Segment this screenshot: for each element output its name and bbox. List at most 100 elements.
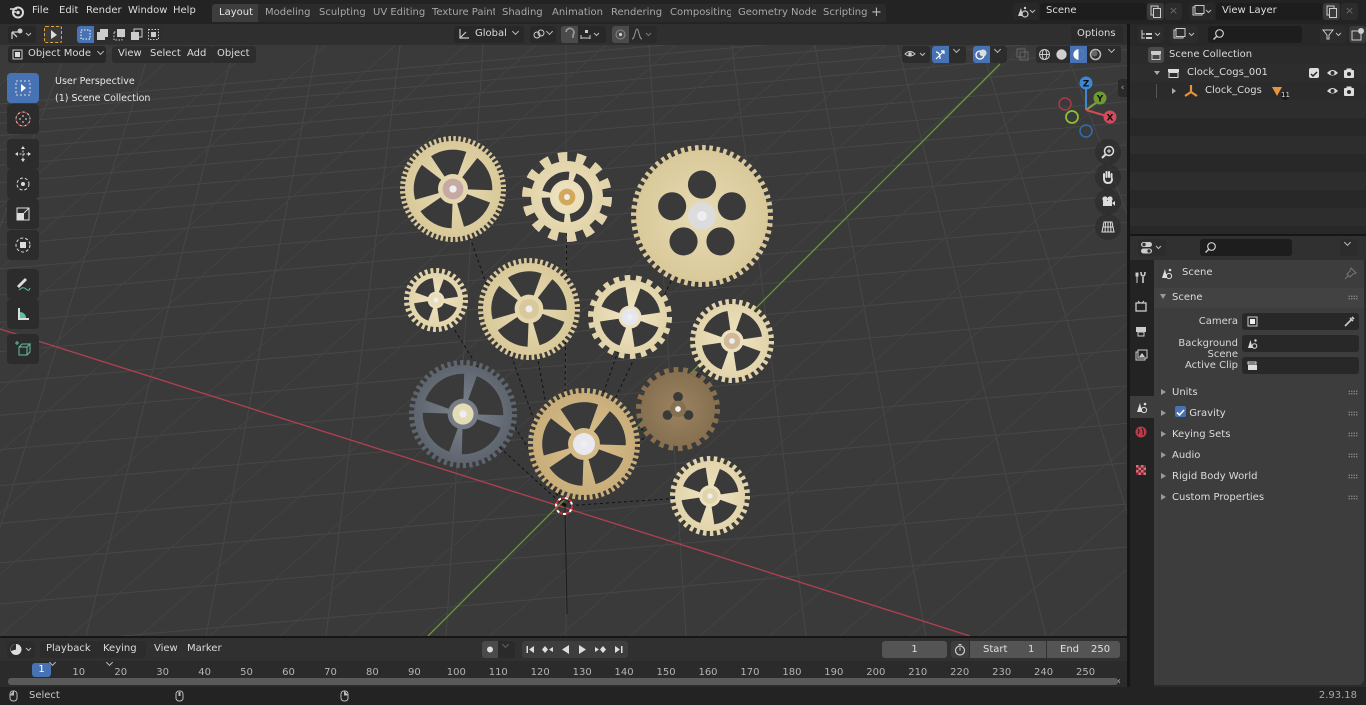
tab-modeling[interactable]: Modeling (258, 4, 318, 22)
view-layer-tab[interactable] (1130, 344, 1152, 366)
outliner-display-mode-dropdown[interactable] (1138, 26, 1164, 43)
select-new-button[interactable] (77, 26, 94, 43)
gear-object[interactable] (690, 299, 774, 383)
editor-type-dropdown[interactable] (8, 26, 36, 43)
sidebar-toggle-button[interactable]: ‹ (1118, 79, 1127, 97)
expand-arrow-icon[interactable] (1154, 71, 1160, 75)
pan-view-button[interactable] (1095, 164, 1121, 190)
texture-tab[interactable] (1130, 459, 1152, 481)
outliner-row-scene-collection[interactable]: Scene Collection (1130, 46, 1366, 64)
snap-target-dropdown[interactable] (578, 26, 606, 43)
end-frame-field[interactable]: End 250 (1047, 641, 1120, 658)
scene-tab[interactable] (1130, 396, 1154, 418)
outliner-view-layer-dropdown[interactable] (1170, 26, 1198, 43)
gizmo-toggle[interactable] (932, 46, 949, 63)
timeline-menu-view[interactable]: View (148, 641, 184, 658)
viewport-scene[interactable] (0, 24, 1127, 636)
gear-object[interactable] (409, 360, 517, 468)
menu-add[interactable]: Add (181, 46, 213, 63)
overlays-toggle[interactable] (973, 46, 990, 63)
keying-sets-panel-header[interactable]: Keying Sets (1154, 425, 1364, 445)
keying-options-dropdown[interactable] (498, 640, 515, 658)
gear-object[interactable] (522, 152, 612, 242)
render-tab[interactable] (1130, 295, 1152, 317)
xray-toggle[interactable] (1014, 46, 1031, 63)
use-preview-range-toggle[interactable] (951, 641, 969, 658)
rotate-tool[interactable] (7, 169, 39, 199)
wireframe-shading-button[interactable] (1036, 46, 1053, 63)
move-tool[interactable] (7, 139, 39, 169)
overlays-dropdown[interactable] (990, 45, 1007, 63)
pivot-point-dropdown[interactable] (530, 26, 556, 43)
scene-panel-header[interactable]: Scene (1154, 288, 1364, 308)
gizmo-dropdown[interactable] (949, 45, 966, 63)
expand-arrow-icon[interactable] (1172, 88, 1176, 94)
outliner-search-input[interactable] (1208, 26, 1302, 43)
exclude-checkbox[interactable] (1309, 68, 1319, 78)
view-layer-name-field[interactable]: View Layer (1216, 3, 1322, 20)
proportional-falloff-dropdown[interactable] (629, 26, 657, 43)
tab-scripting[interactable]: Scripting (816, 4, 875, 22)
select-box-tool[interactable] (7, 73, 39, 103)
new-scene-button[interactable] (1147, 3, 1164, 20)
current-frame-field[interactable]: 1 (882, 641, 947, 658)
options-dropdown[interactable]: Options (1071, 26, 1123, 52)
add-cube-tool[interactable] (7, 334, 39, 364)
gear-object[interactable] (631, 145, 773, 287)
keying-dropdown[interactable]: Keying (97, 641, 146, 667)
camera-field[interactable] (1242, 313, 1359, 330)
scene-type-dropdown[interactable] (1013, 3, 1039, 20)
scale-tool[interactable] (7, 199, 39, 229)
tool-tab[interactable] (1130, 266, 1152, 288)
properties-search-input[interactable] (1200, 239, 1292, 256)
pin-icon[interactable] (1344, 266, 1357, 290)
active-clip-field[interactable] (1242, 357, 1359, 374)
jump-to-end-button[interactable] (610, 641, 627, 658)
drag-handle[interactable] (1348, 295, 1358, 300)
audio-panel-header[interactable]: Audio (1154, 446, 1364, 466)
gear-object[interactable] (478, 258, 580, 360)
units-panel-header[interactable]: Units (1154, 383, 1364, 403)
menu-object[interactable]: Object (211, 46, 256, 63)
select-subtract-button[interactable] (111, 26, 128, 43)
transform-orientation-dropdown[interactable]: Global (454, 26, 524, 43)
delete-view-layer-button[interactable]: × (1341, 3, 1358, 20)
blender-logo-icon[interactable] (9, 4, 25, 22)
cursor-tool[interactable] (7, 104, 39, 134)
timeline-editor-type-dropdown[interactable] (7, 641, 35, 658)
timeline-menu-marker[interactable]: Marker (181, 641, 228, 658)
tab-compositing[interactable]: Compositing (663, 4, 740, 22)
delete-scene-button[interactable]: × (1165, 3, 1182, 20)
menu-edit[interactable]: Edit (59, 5, 78, 16)
gear-object[interactable] (670, 456, 750, 536)
shading-dropdown[interactable] (1104, 45, 1121, 63)
tab-layout[interactable]: Layout (212, 4, 260, 22)
start-frame-field[interactable]: Start 1 (970, 641, 1046, 658)
gear-object[interactable] (400, 136, 506, 242)
collapse-arrow-icon[interactable]: ‹ (1117, 676, 1121, 687)
custom-properties-panel-header[interactable]: Custom Properties (1154, 488, 1364, 508)
outliner-filter-dropdown[interactable] (1320, 26, 1346, 43)
jump-to-next-keyframe-button[interactable] (592, 641, 609, 658)
outliner-row-collection[interactable]: Clock_Cogs_001 (1130, 64, 1366, 82)
gravity-checkbox[interactable] (1175, 406, 1187, 417)
proportional-editing-toggle[interactable] (612, 26, 629, 43)
solid-shading-button[interactable] (1053, 46, 1070, 63)
output-tab[interactable] (1130, 320, 1152, 342)
tab-geometry-nodes[interactable]: Geometry Nodes (731, 4, 830, 22)
gear-object[interactable] (636, 367, 720, 451)
active-tool-icon[interactable] (44, 26, 62, 43)
playhead[interactable]: 1 (32, 663, 51, 677)
view-layer-dropdown[interactable] (1189, 3, 1215, 20)
add-workspace-button[interactable]: + (867, 4, 886, 22)
select-invert-button[interactable] (128, 26, 145, 43)
new-collection-button[interactable] (1349, 26, 1366, 43)
tab-rendering[interactable]: Rendering (604, 4, 670, 22)
mode-dropdown[interactable]: Object Mode (8, 46, 106, 63)
3d-viewport[interactable]: Global Options Object Mode View Select A… (0, 24, 1127, 636)
playback-dropdown[interactable]: Playback (40, 641, 97, 667)
toggle-projection-button[interactable] (1095, 214, 1121, 240)
tab-texture-paint[interactable]: Texture Paint (425, 4, 504, 22)
gear-object[interactable] (528, 388, 640, 500)
menu-window[interactable]: Window (128, 5, 167, 16)
